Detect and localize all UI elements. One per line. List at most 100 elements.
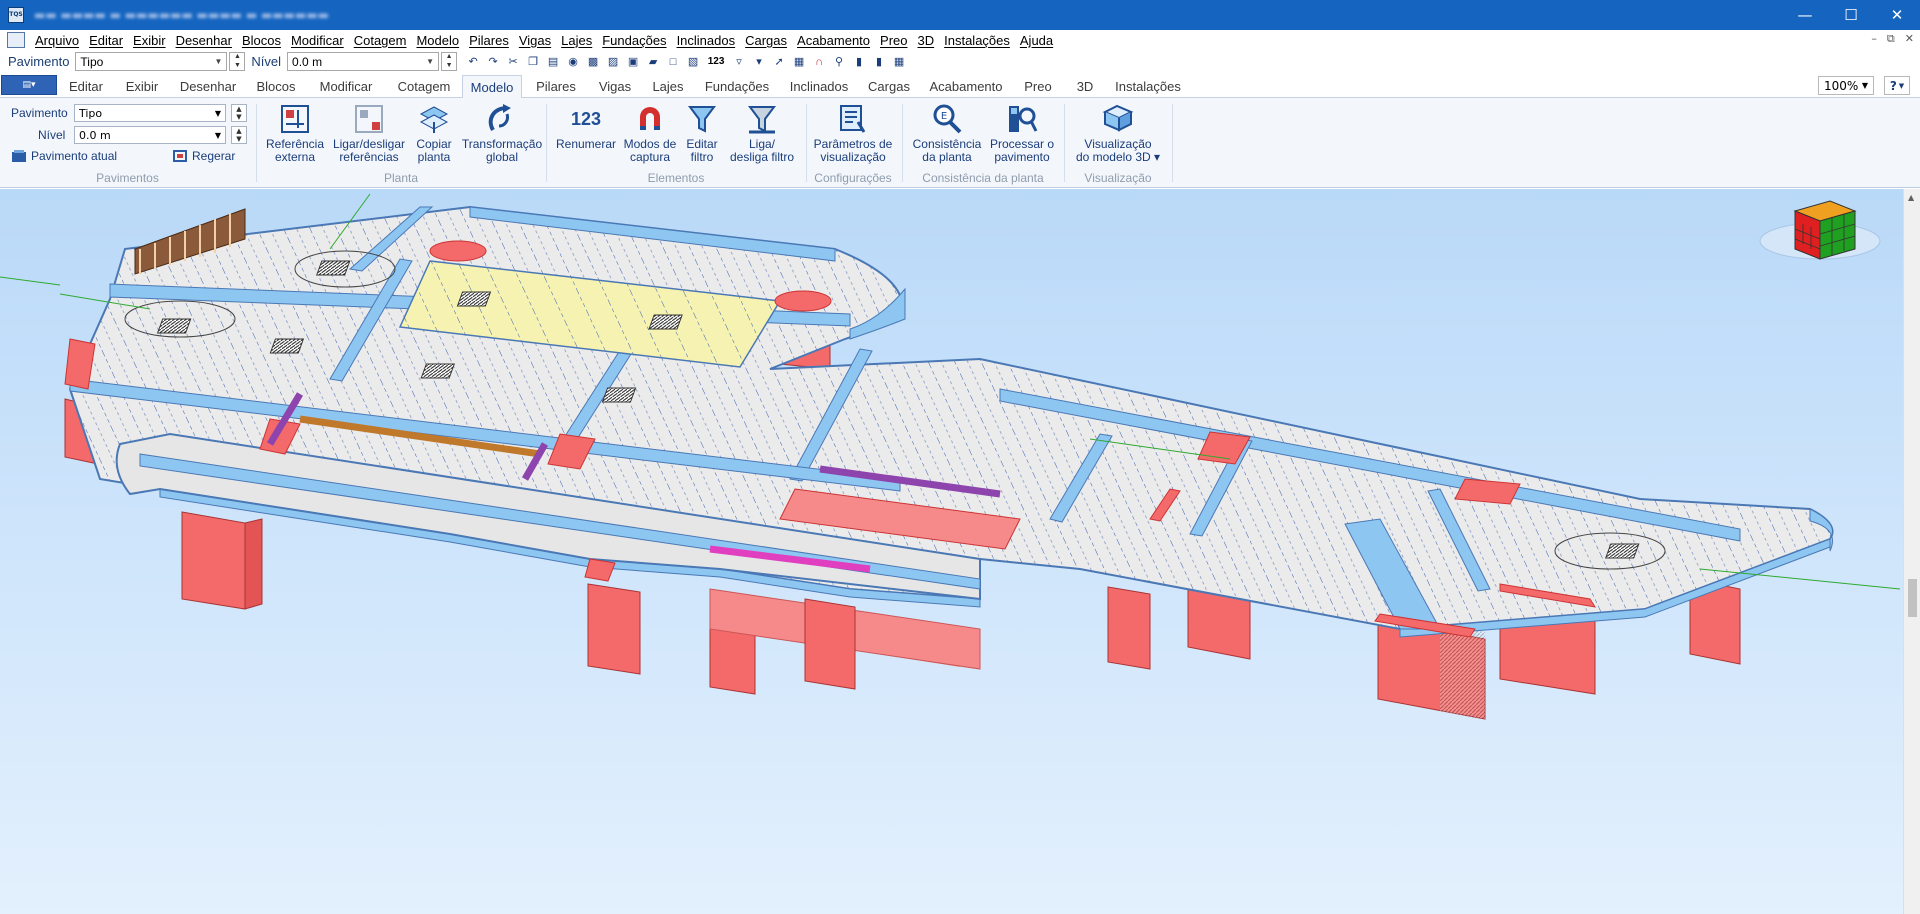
view-cube[interactable] <box>1759 200 1881 260</box>
pavimento-atual-button[interactable]: Pavimento atual <box>11 149 117 163</box>
tab-vigas[interactable]: Vigas <box>590 75 640 98</box>
mdi-minimize-button[interactable]: – <box>1871 32 1877 46</box>
redo-icon[interactable]: ↷ <box>485 54 501 70</box>
separator <box>1172 104 1173 182</box>
scrollbar-thumb[interactable] <box>1908 579 1917 617</box>
minimize-button[interactable]: — <box>1782 0 1828 30</box>
tab-blocos[interactable]: Blocos <box>246 75 306 98</box>
menu-preo[interactable]: Preo <box>875 33 912 48</box>
consistencia-planta-button[interactable]: E Consistência da planta <box>912 102 982 164</box>
pavimento-select[interactable]: Tipo ▼ <box>75 52 228 71</box>
nivel-spinner[interactable]: ▲ ▼ <box>441 52 458 71</box>
visualizacao-modelo-3d-button[interactable]: Visualização do modelo 3D ▾ <box>1070 102 1166 164</box>
tab-instalacoes[interactable]: Instalações <box>1108 75 1188 98</box>
regenerate-icon <box>173 150 187 162</box>
process-icon[interactable]: ▮ <box>851 54 867 70</box>
menu-ajuda[interactable]: Ajuda <box>1015 33 1058 48</box>
tab-modelo[interactable]: Modelo <box>462 75 522 98</box>
zoom-icon[interactable]: ⚲ <box>831 54 847 70</box>
tab-inclinados[interactable]: Inclinados <box>778 75 860 98</box>
menu-editar[interactable]: Editar <box>84 33 128 48</box>
ligar-desligar-referencias-button[interactable]: Ligar/desligar referências <box>330 102 408 164</box>
parametros-visualizacao-button[interactable]: Parâmetros de visualização <box>810 102 896 164</box>
paste-icon[interactable]: ▤ <box>545 54 561 70</box>
mdi-close-button[interactable]: ✕ <box>1905 32 1914 46</box>
application-menu-button[interactable]: ▤▾ <box>1 75 57 95</box>
menu-inclinados[interactable]: Inclinados <box>672 33 741 48</box>
number-icon[interactable]: 123 <box>705 54 727 70</box>
transformacao-global-button[interactable]: Transformação global <box>462 102 542 164</box>
tab-pilares[interactable]: Pilares <box>522 75 590 98</box>
arrow-icon[interactable]: ➚ <box>771 54 787 70</box>
referencia-externa-button[interactable]: Referência externa <box>266 102 324 164</box>
menu-desenhar[interactable]: Desenhar <box>171 33 237 48</box>
tab-lajes[interactable]: Lajes <box>640 75 696 98</box>
menu-exibir[interactable]: Exibir <box>128 33 171 48</box>
menu-pilares[interactable]: Pilares <box>464 33 514 48</box>
transform-icon[interactable]: ▧ <box>685 54 701 70</box>
nivel-select[interactable]: 0.0 m ▼ <box>287 52 440 71</box>
select-window-icon[interactable]: □ <box>665 54 681 70</box>
parameters-icon[interactable]: ▦ <box>791 54 807 70</box>
copy-icon[interactable]: ❐ <box>525 54 541 70</box>
copiar-planta-button[interactable]: Copiar planta <box>408 102 460 164</box>
tab-exibir[interactable]: Exibir <box>114 75 170 98</box>
paint-icon[interactable]: ▰ <box>645 54 661 70</box>
tab-desenhar[interactable]: Desenhar <box>170 75 246 98</box>
pavimento-spinner[interactable]: ▲ ▼ <box>229 52 246 71</box>
tab-modificar[interactable]: Modificar <box>306 75 386 98</box>
scroll-up-icon[interactable]: ▲ <box>1908 193 1914 202</box>
tab-acabamento[interactable]: Acabamento <box>918 75 1014 98</box>
tab-editar[interactable]: Editar <box>58 75 114 98</box>
tab-cotagem[interactable]: Cotagem <box>386 75 462 98</box>
menu-lajes[interactable]: Lajes <box>556 33 597 48</box>
renumerar-button[interactable]: 123 Renumerar <box>554 102 618 151</box>
menu-cargas[interactable]: Cargas <box>740 33 792 48</box>
maximize-button[interactable]: ☐ <box>1828 0 1874 30</box>
tab-fundacoes[interactable]: Fundações <box>696 75 778 98</box>
modos-de-captura-button[interactable]: Modos de captura <box>620 102 680 164</box>
editar-filtro-button[interactable]: Editar filtro <box>682 102 722 164</box>
magnet-icon[interactable]: ∩ <box>811 54 827 70</box>
help-button[interactable]: ? ▼ <box>1884 76 1910 95</box>
model-3d-viewport[interactable]: ▲ <box>0 189 1920 914</box>
menu-3d[interactable]: 3D <box>913 33 940 48</box>
menu-cotagem[interactable]: Cotagem <box>349 33 412 48</box>
ribbon-nivel-spinner[interactable]: ▲ ▼ <box>231 126 247 144</box>
menu-acabamento[interactable]: Acabamento <box>792 33 875 48</box>
menu-blocos[interactable]: Blocos <box>237 33 286 48</box>
menu-vigas[interactable]: Vigas <box>514 33 556 48</box>
zoom-select[interactable]: 100% ▼ <box>1818 76 1874 95</box>
tab-3d[interactable]: 3D <box>1062 75 1108 98</box>
ribbon-nivel-select[interactable]: 0.0 m ▼ <box>74 126 226 144</box>
process-all-icon[interactable]: ▮ <box>871 54 887 70</box>
filter-toggle-icon[interactable]: ▾ <box>751 54 767 70</box>
document-icon[interactable] <box>7 32 25 48</box>
menu-modificar[interactable]: Modificar <box>286 33 349 48</box>
undo-icon[interactable]: ↶ <box>465 54 481 70</box>
ribbon-pavimento-spinner[interactable]: ▲ ▼ <box>231 104 247 122</box>
close-button[interactable]: ✕ <box>1874 0 1920 30</box>
tab-preo[interactable]: Preo <box>1014 75 1062 98</box>
menu-fundacoes[interactable]: Fundações <box>597 33 671 48</box>
view-3d-icon[interactable]: ▦ <box>891 54 907 70</box>
binoculars-icon[interactable]: ◉ <box>565 54 581 70</box>
app-icon[interactable]: TQS <box>8 7 24 23</box>
vertical-scrollbar[interactable]: ▲ <box>1903 189 1920 914</box>
filter-icon[interactable]: ▿ <box>731 54 747 70</box>
menu-instalacoes[interactable]: Instalações <box>939 33 1015 48</box>
save-icon[interactable]: ▩ <box>585 54 601 70</box>
mdi-restore-button[interactable]: ⧉ <box>1887 32 1895 46</box>
processar-pavimento-button[interactable]: Processar o pavimento <box>986 102 1058 164</box>
ribbon-pavimento-select[interactable]: Tipo ▼ <box>74 104 226 122</box>
cut-icon[interactable]: ✂ <box>505 54 521 70</box>
menu-arquivo[interactable]: Arquivo <box>30 33 84 48</box>
separator <box>546 104 547 182</box>
liga-desliga-filtro-button[interactable]: Liga/desliga filtro <box>724 102 800 164</box>
save-as-icon[interactable]: ▨ <box>605 54 621 70</box>
menu-modelo[interactable]: Modelo <box>411 33 464 48</box>
regerar-button[interactable]: Regerar <box>172 149 235 163</box>
layers-icon[interactable]: ▣ <box>625 54 641 70</box>
tab-cargas[interactable]: Cargas <box>860 75 918 98</box>
chevron-down-icon: ▼ <box>214 108 221 118</box>
